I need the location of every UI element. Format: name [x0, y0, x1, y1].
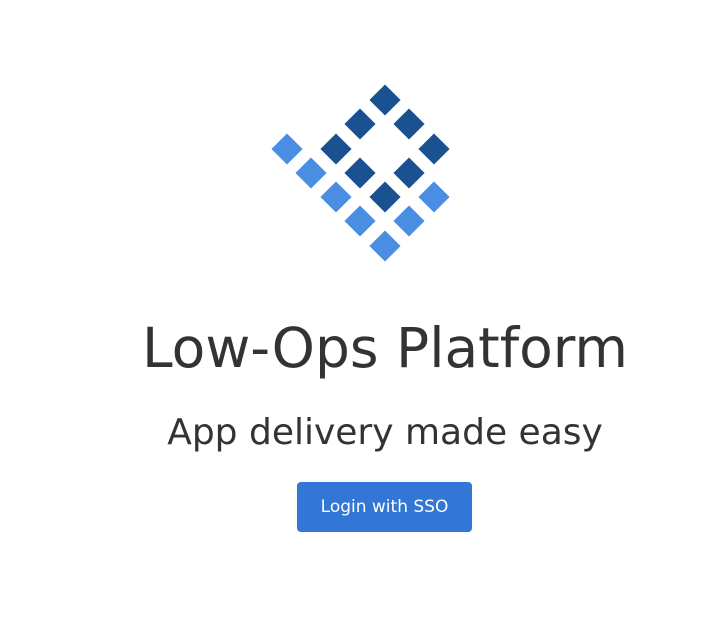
logo-square [369, 181, 401, 213]
logo-square [320, 181, 352, 213]
logo-square [369, 84, 401, 116]
logo-square [393, 108, 425, 140]
logo-square [271, 133, 303, 165]
logo-square [344, 157, 376, 189]
logo-square [320, 133, 352, 165]
logo-square [295, 157, 327, 189]
logo-square [393, 157, 425, 189]
page-subtitle: App delivery made easy [167, 412, 603, 453]
logo-square [369, 230, 401, 262]
page-title: Low-Ops Platform [142, 316, 628, 380]
logo-square [418, 133, 450, 165]
logo-square [393, 205, 425, 237]
logo-square [344, 108, 376, 140]
logo-square [418, 181, 450, 213]
diamond-grid-checkmark-icon [271, 84, 450, 262]
login-sso-button[interactable]: Login with SSO [297, 482, 472, 532]
logo-square [344, 205, 376, 237]
